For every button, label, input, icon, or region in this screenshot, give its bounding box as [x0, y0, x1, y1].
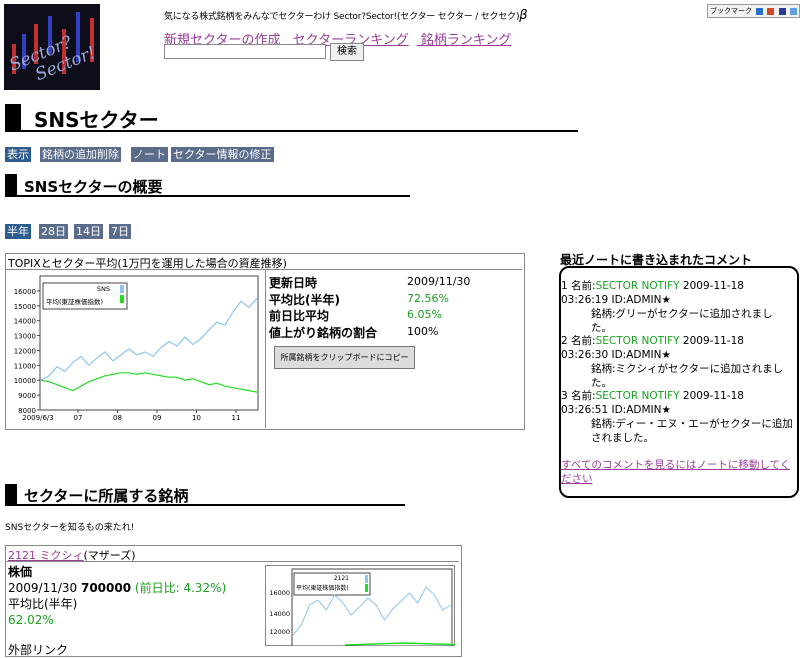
legend-swatch [120, 285, 124, 293]
comment-body: 銘柄:ミクシィがセクターに追加されました。 [591, 363, 784, 389]
legend-swatch [365, 584, 368, 592]
price-value: 700000 [80, 581, 132, 595]
y-tick-label: 16000 [269, 589, 290, 597]
legend-label: 平均(東証株価指数) [46, 297, 103, 306]
x-tick-label: 11 [232, 414, 241, 422]
stat-updated-value: 2009/11/30 [407, 275, 471, 288]
tab-note[interactable]: ノート [131, 147, 168, 162]
nav-stock-ranking[interactable]: 銘柄ランキング [421, 33, 512, 48]
stocks-subtitle: SNSセクターを知るもの来たれ! [5, 523, 135, 533]
stock-chart: 16000 14000 12000 2121 平均(東証株価指数) [265, 565, 455, 646]
comment-item: 1 名前:SECTOR NOTIFY 2009-11-18 03:26:19 I… [561, 279, 793, 335]
bookmark-label: ブックマーク [710, 7, 752, 15]
y-tick-label: 15000 [14, 303, 36, 311]
avg-label: 平均比(半年) [8, 597, 78, 611]
comment-body: 銘柄:ディー・エヌ・エーがセクターに追加されました。 [591, 418, 793, 444]
stat-rising-value: 100% [407, 325, 439, 338]
x-tick-label: 10 [192, 414, 201, 422]
stat-prev-day-label: 前日比平均 [269, 309, 330, 323]
bookmark-service-icon[interactable] [789, 7, 797, 15]
divider [6, 269, 522, 270]
y-tick-label: 12000 [14, 347, 36, 355]
comment-author: SECTOR NOTIFY [595, 335, 680, 347]
y-tick-label: 11000 [14, 362, 36, 370]
period-28-days[interactable]: 28日 [39, 224, 68, 239]
y-tick-label: 13000 [14, 333, 36, 341]
y-tick-label: 14000 [14, 318, 36, 326]
stat-avg-ratio-label: 平均比(半年) [269, 293, 340, 307]
y-tick-label: 16000 [14, 288, 36, 296]
tab-edit-sector[interactable]: セクター情報の修正 [171, 147, 274, 162]
external-links-label: 外部リンク [8, 643, 69, 657]
section-marker [5, 484, 17, 505]
legend-label: SNS [97, 285, 110, 293]
bookmark-service-icon[interactable] [778, 7, 786, 15]
x-tick-label: 09 [153, 414, 162, 422]
legend-swatch [365, 575, 368, 583]
period-14-days[interactable]: 14日 [74, 224, 103, 239]
legend-swatch [120, 295, 124, 303]
divider [5, 130, 578, 132]
period-half-year[interactable]: 半年 [5, 224, 31, 239]
search-button[interactable]: 検索 [330, 43, 364, 61]
stat-updated-label: 更新日時 [269, 276, 318, 290]
divider [5, 195, 410, 197]
divider [265, 270, 266, 428]
section-marker [5, 174, 17, 195]
all-comments-link[interactable]: すべてのコメントを見るにはノートに移動してください [561, 458, 793, 486]
divider [5, 504, 405, 506]
avg-value: 62.02% [8, 613, 54, 627]
comment-body: 銘柄:グリーがセクターに追加されました。 [591, 308, 773, 334]
y-tick-label: 12000 [269, 628, 290, 636]
tab-edit-stocks[interactable]: 銘柄の追加削除 [40, 147, 121, 162]
comment-author: SECTOR NOTIFY [595, 280, 680, 292]
y-tick-label: 10000 [14, 377, 36, 385]
tab-view[interactable]: 表示 [5, 147, 31, 162]
legend-label: 2121 [334, 575, 349, 582]
social-bookmark-buttons[interactable]: ブックマーク [707, 4, 800, 18]
comment-item: 3 名前:SECTOR NOTIFY 2009-11-18 03:26:51 I… [561, 390, 793, 444]
stat-avg-ratio-value: 72.56% [407, 292, 449, 305]
price-change: (前日比: 4.32%) [131, 581, 227, 595]
page-title: SNSセクター [34, 108, 159, 132]
overview-title: SNSセクターの概要 [24, 178, 163, 196]
price-label: 株価 [8, 565, 33, 579]
stocks-title: セクターに所属する銘柄 [24, 487, 189, 505]
site-tagline: 気になる株式銘柄をみんなでセクターわけ Sector?Sector!(セクター … [164, 8, 528, 23]
x-start-label: 2009/6/3 [22, 414, 53, 422]
comment-author: SECTOR NOTIFY [595, 390, 680, 402]
x-tick-label: 07 [74, 414, 83, 422]
sector-chart: 8000900010000110001200013000140001500016… [14, 275, 259, 422]
copy-stocks-button[interactable]: 所属銘柄をクリップボードにコピー [274, 346, 415, 369]
comment-item: 2 名前:SECTOR NOTIFY 2009-11-18 03:26:30 I… [561, 334, 793, 390]
price-row: 2009/11/30 700000 (前日比: 4.32%) [8, 581, 227, 595]
bookmark-service-icon[interactable] [767, 7, 775, 15]
title-marker [5, 104, 21, 131]
period-7-days[interactable]: 7日 [109, 224, 131, 239]
search-input[interactable] [164, 44, 326, 59]
stat-prev-day-value: 6.05% [407, 308, 442, 321]
bookmark-service-icon[interactable] [756, 7, 764, 15]
stat-rising-label: 値上がり銘柄の割合 [269, 326, 378, 340]
divider [6, 561, 459, 562]
legend-label: 平均(東証株価指数) [296, 584, 349, 592]
y-tick-label: 9000 [18, 392, 36, 400]
stock-info: 株価 2009/11/30 700000 (前日比: 4.32%) 平均比(半年… [8, 564, 226, 658]
x-tick-label: 08 [113, 414, 122, 422]
y-tick-label: 14000 [269, 610, 290, 618]
site-logo[interactable]: Sector? Sector! [4, 4, 100, 90]
